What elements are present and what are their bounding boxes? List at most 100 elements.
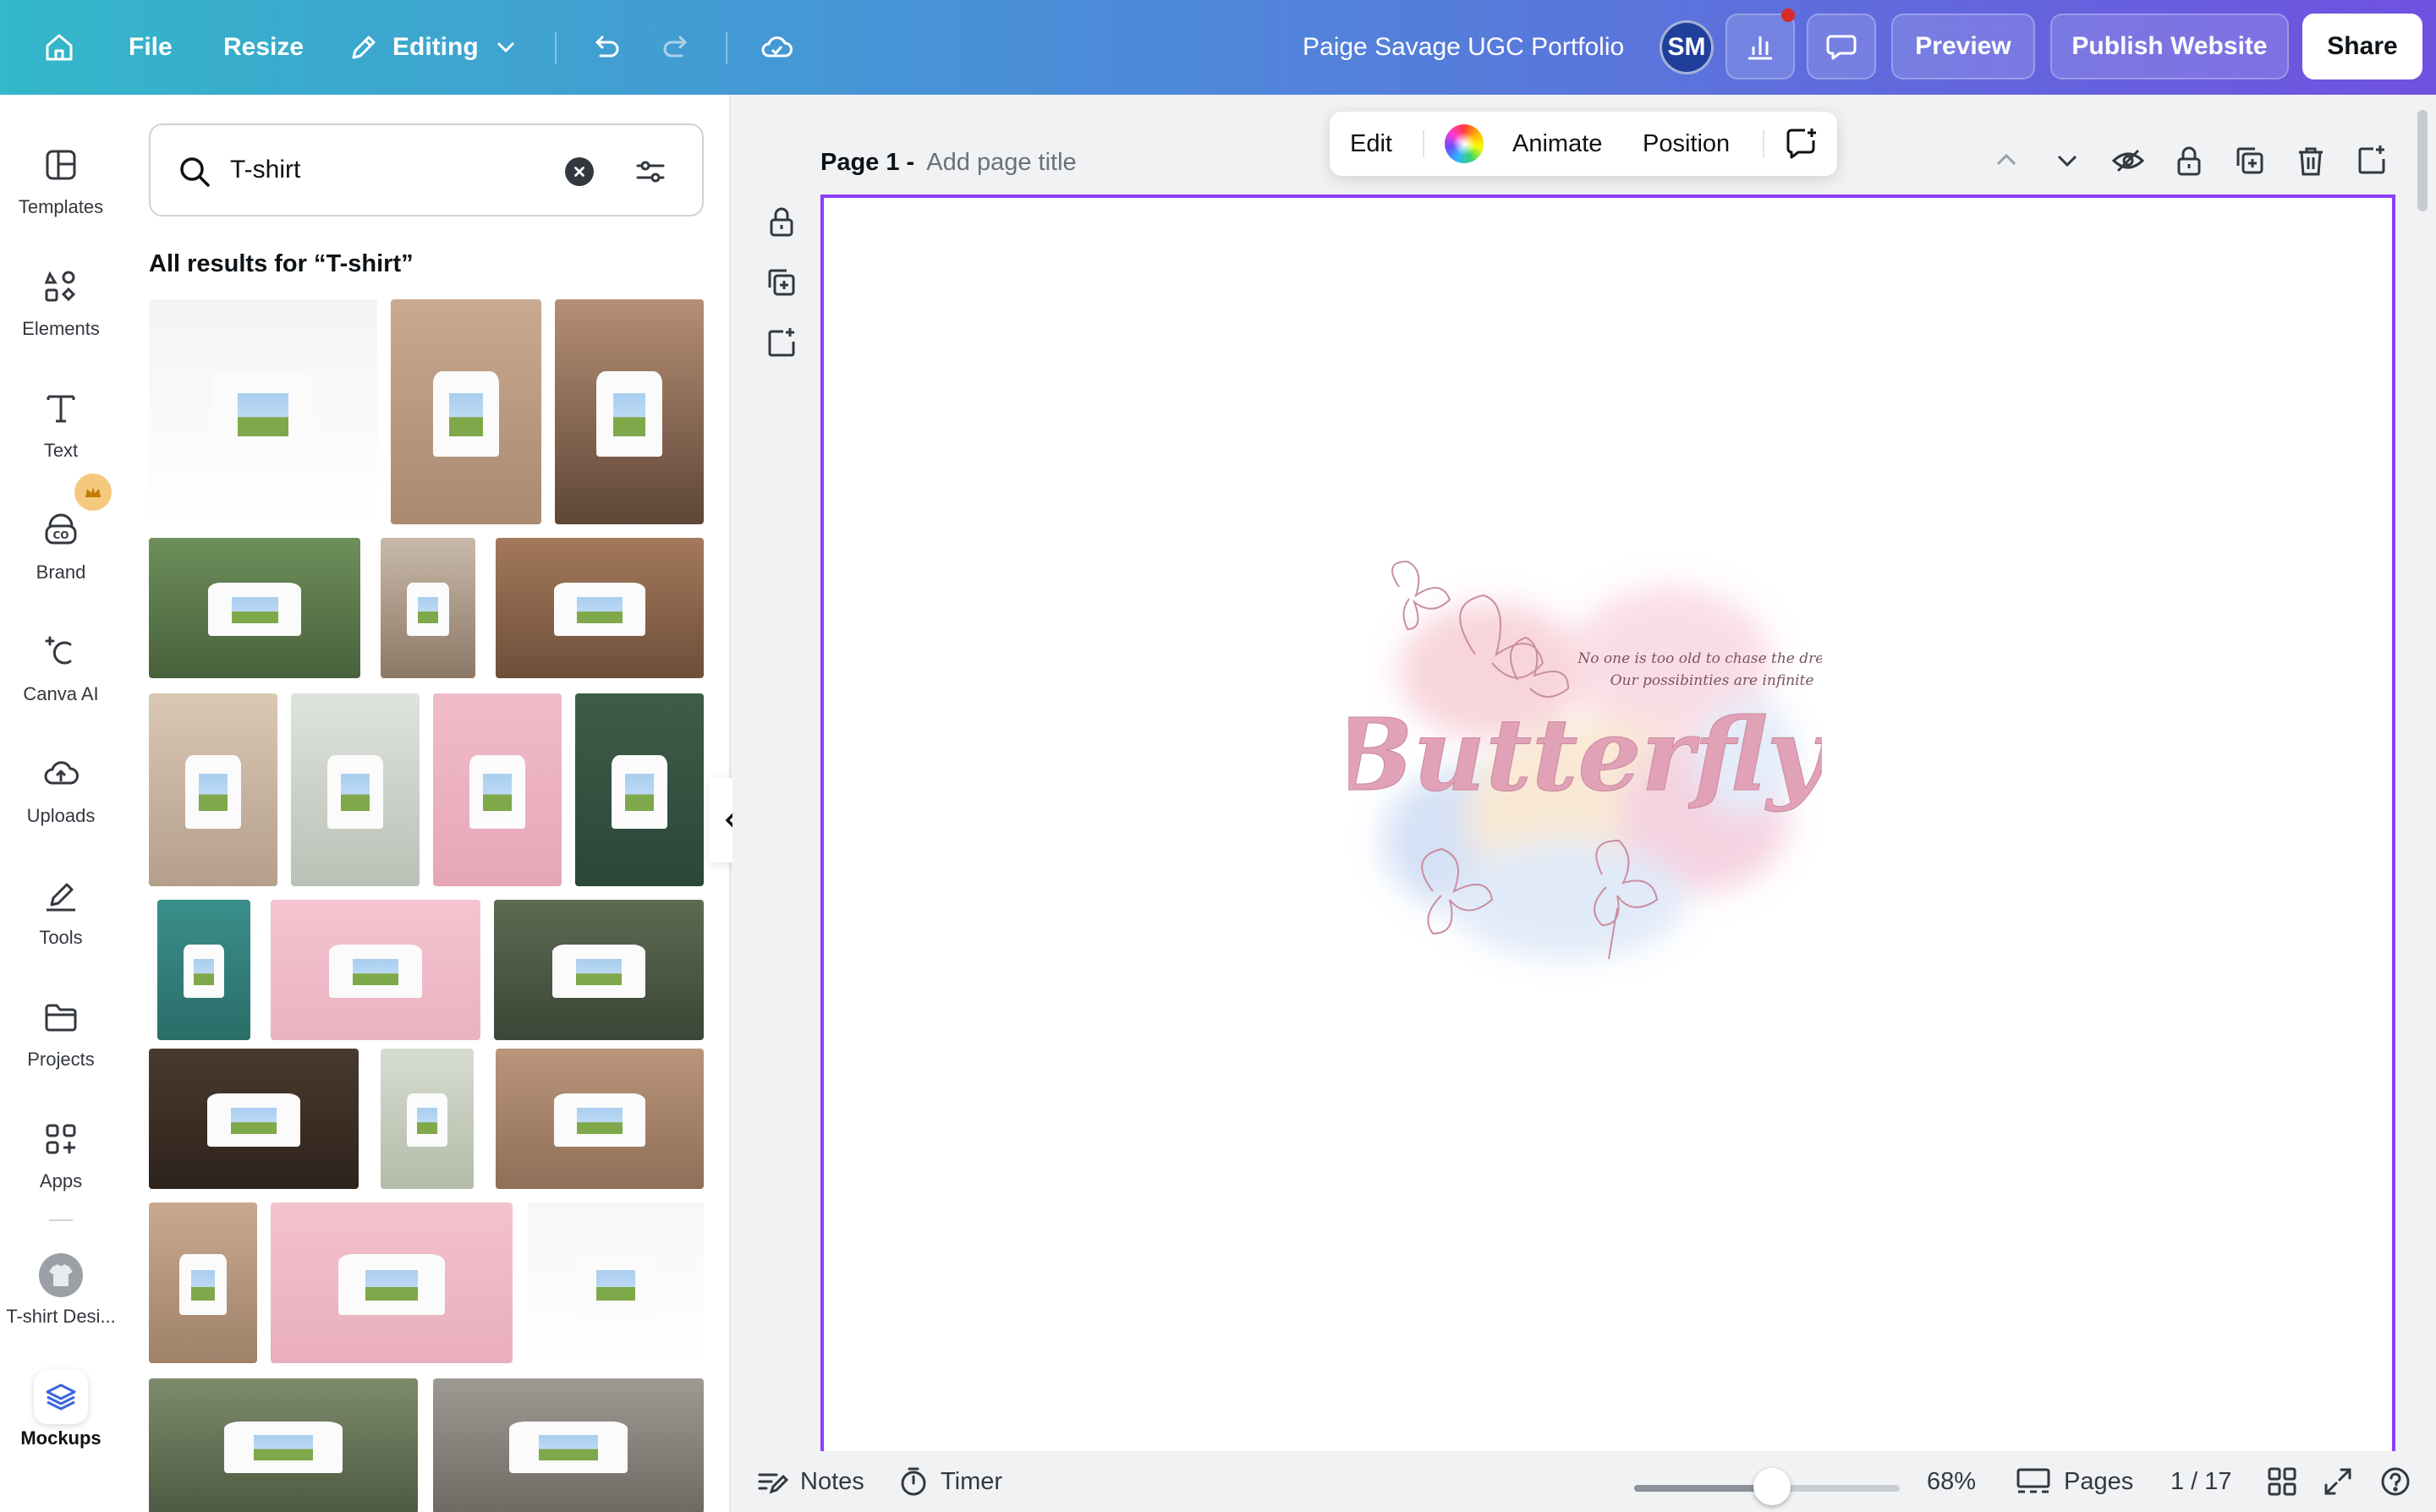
- canvas-scrollbar[interactable]: [2417, 110, 2428, 211]
- rail-item-templates[interactable]: Templates: [0, 129, 122, 238]
- tshirt-result-thumbnail[interactable]: [149, 1378, 418, 1512]
- butterfly-headline: Butterfly: [1348, 696, 1822, 814]
- page-title-input[interactable]: Add page title: [926, 149, 1076, 176]
- add-page-icon[interactable]: [2353, 142, 2390, 179]
- pages-button[interactable]: Pages: [2015, 1451, 2133, 1512]
- tshirt-result-thumbnail[interactable]: [291, 693, 420, 886]
- search-panel: T-shirt All results for “T-shirt”: [122, 95, 731, 1512]
- clear-search-icon[interactable]: [565, 157, 594, 186]
- toolbar-divider: [1423, 130, 1424, 157]
- rail-item-apps[interactable]: Apps: [0, 1103, 122, 1213]
- edit-button[interactable]: Edit: [1350, 112, 1392, 176]
- comments-button[interactable]: [1807, 14, 1876, 79]
- rail-item-brand[interactable]: CO Brand: [0, 474, 122, 604]
- rail-item-text[interactable]: Text: [0, 372, 122, 482]
- rail-item-uploads[interactable]: Uploads: [0, 737, 122, 847]
- duplicate-icon[interactable]: [763, 264, 800, 301]
- tshirt-result-thumbnail[interactable]: [149, 1049, 359, 1189]
- duplicate-page-icon[interactable]: [2231, 142, 2269, 179]
- notes-button[interactable]: Notes: [756, 1451, 864, 1512]
- tshirt-result-thumbnail[interactable]: [391, 299, 541, 524]
- filter-sliders-icon[interactable]: [633, 154, 668, 189]
- grid-view-icon[interactable]: [2265, 1451, 2299, 1512]
- folder-icon: [41, 998, 80, 1037]
- tshirt-print-graphic: [449, 393, 483, 436]
- tshirt-mockup-shape: [432, 371, 500, 457]
- tshirt-print-graphic: [625, 774, 654, 811]
- magic-sparkle-icon: [41, 633, 80, 671]
- zoom-slider-handle[interactable]: [1753, 1468, 1791, 1505]
- resize-button[interactable]: Resize: [223, 0, 304, 95]
- design-page[interactable]: No one is too old to chase the dream Our…: [820, 194, 2395, 1454]
- pencil-icon: [347, 30, 381, 64]
- rail-item-canva-ai[interactable]: Canva AI: [0, 616, 122, 726]
- avatar[interactable]: SM: [1660, 20, 1714, 74]
- insights-button[interactable]: [1726, 8, 1795, 79]
- file-menu[interactable]: File: [129, 0, 173, 95]
- add-page-icon[interactable]: [763, 325, 800, 362]
- tshirt-result-thumbnail[interactable]: [381, 538, 475, 678]
- tshirt-result-thumbnail[interactable]: [433, 1378, 704, 1512]
- apps-grid-icon: [41, 1120, 80, 1159]
- position-button[interactable]: Position: [1643, 112, 1730, 176]
- move-page-down-icon[interactable]: [2049, 142, 2086, 179]
- editing-label: Editing: [392, 33, 479, 61]
- tshirt-result-thumbnail[interactable]: [149, 538, 360, 678]
- page-counter[interactable]: 1 / 17: [2170, 1451, 2232, 1512]
- tshirt-mockup-shape: [407, 583, 449, 637]
- hide-page-icon[interactable]: [2110, 142, 2147, 179]
- share-button[interactable]: Share: [2302, 14, 2422, 79]
- color-wheel-icon[interactable]: [1445, 124, 1484, 163]
- lock-page-icon[interactable]: [2170, 142, 2208, 179]
- tshirt-result-thumbnail[interactable]: [494, 900, 704, 1040]
- tshirt-mockup-shape: [553, 1093, 646, 1148]
- tshirt-result-thumbnail[interactable]: [271, 1202, 513, 1363]
- delete-page-icon[interactable]: [2292, 142, 2329, 179]
- lock-icon[interactable]: [763, 203, 800, 240]
- butterfly-graphic[interactable]: No one is too old to chase the dream Our…: [1348, 536, 1822, 1010]
- add-comment-icon[interactable]: [1783, 112, 1820, 176]
- help-icon[interactable]: [2378, 1451, 2412, 1512]
- preview-button[interactable]: Preview: [1891, 14, 2035, 79]
- tshirt-result-thumbnail[interactable]: [528, 1202, 704, 1363]
- editing-mode-dropdown[interactable]: Editing: [347, 0, 523, 95]
- tshirt-mockup-shape: [329, 945, 422, 999]
- tshirt-print-graphic: [230, 1107, 277, 1135]
- home-icon[interactable]: [42, 0, 76, 95]
- tshirt-mockup-shape: [178, 1253, 228, 1315]
- publish-website-button[interactable]: Publish Website: [2050, 14, 2289, 79]
- rail-item-projects[interactable]: Projects: [0, 981, 122, 1091]
- tshirt-result-thumbnail[interactable]: [149, 693, 277, 886]
- zoom-level[interactable]: 68%: [1927, 1451, 1976, 1512]
- rail-item-tshirt-designer[interactable]: T-shirt Desi...: [0, 1238, 122, 1348]
- tshirt-result-thumbnail[interactable]: [575, 693, 704, 886]
- tshirt-result-thumbnail[interactable]: [496, 1049, 704, 1189]
- tshirt-mockup-shape: [338, 1253, 445, 1315]
- rail-item-mockups[interactable]: Mockups: [0, 1360, 122, 1470]
- tshirt-result-thumbnail[interactable]: [157, 900, 250, 1040]
- rail-label: Apps: [39, 1170, 83, 1192]
- move-page-up-icon[interactable]: [1988, 142, 2025, 179]
- fullscreen-icon[interactable]: [2321, 1451, 2355, 1512]
- tshirt-result-thumbnail[interactable]: [433, 693, 562, 886]
- cloud-upload-icon: [41, 754, 80, 793]
- tshirt-result-thumbnail[interactable]: [149, 1202, 257, 1363]
- cloud-saved-icon[interactable]: [760, 0, 793, 95]
- search-icon: [176, 153, 213, 190]
- timer-button[interactable]: Timer: [897, 1451, 1002, 1512]
- tshirt-result-thumbnail[interactable]: [555, 299, 704, 524]
- tshirt-result-thumbnail[interactable]: [496, 538, 704, 678]
- rail-item-tools[interactable]: Tools: [0, 859, 122, 969]
- rail-item-elements[interactable]: Elements: [0, 250, 122, 360]
- search-input[interactable]: T-shirt: [230, 156, 300, 184]
- timer-icon: [897, 1465, 930, 1498]
- undo-icon[interactable]: [589, 0, 623, 95]
- tshirt-result-thumbnail[interactable]: [271, 900, 480, 1040]
- project-title[interactable]: Paige Savage UGC Portfolio: [1303, 0, 1624, 95]
- tshirt-result-thumbnail[interactable]: [149, 299, 377, 524]
- tshirt-result-thumbnail[interactable]: [381, 1049, 474, 1189]
- animate-button[interactable]: Animate: [1512, 112, 1602, 176]
- redo-icon[interactable]: [660, 0, 694, 95]
- page-title[interactable]: Page 1 - Add page title: [820, 149, 1077, 177]
- search-box: T-shirt: [149, 123, 704, 216]
